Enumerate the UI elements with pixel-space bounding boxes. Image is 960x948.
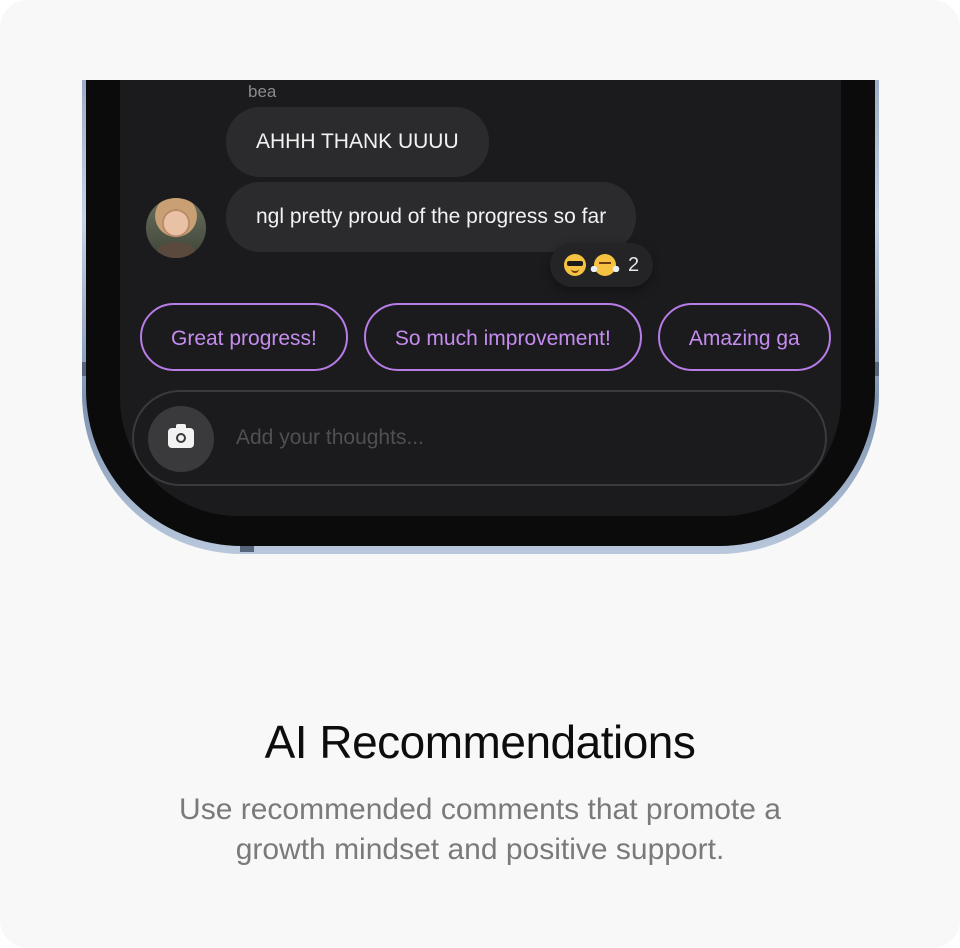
feature-title: AI Recommendations — [264, 716, 696, 768]
phone-bottom-detail — [240, 546, 254, 552]
sender-name: bea — [248, 82, 277, 101]
camera-button[interactable] — [148, 406, 214, 472]
suggestion-chip-great-progress[interactable]: Great progress! — [140, 303, 348, 371]
suggestion-chips: Great progress! So much improvement! Ama… — [140, 303, 831, 371]
feature-description: Use recommended comments that promote a … — [179, 793, 781, 866]
comment-input-placeholder[interactable]: Add your thoughts... — [236, 392, 424, 484]
suggestion-chip-so-much-improvement[interactable]: So much improvement! — [363, 303, 642, 371]
reaction-pill[interactable]: 2 — [550, 243, 654, 287]
avatar[interactable] — [146, 198, 206, 258]
feature-card: bea AHHH THANK UUUU ngl pretty proud of … — [0, 0, 960, 948]
message-bubble[interactable]: AHHH THANK UUUU — [226, 107, 489, 177]
face-with-steam-from-nose-icon — [590, 254, 620, 276]
phone-side-detail — [875, 362, 879, 376]
message-bubble[interactable]: ngl pretty proud of the progress so far — [226, 182, 637, 252]
suggestion-chip-amazing[interactable]: Amazing ga — [657, 303, 831, 371]
camera-icon — [168, 424, 194, 448]
phone-screen: bea AHHH THANK UUUU ngl pretty proud of … — [120, 40, 841, 516]
avatar-shirt — [156, 242, 196, 258]
reaction-count: 2 — [628, 253, 640, 276]
comment-input-bar[interactable]: Add your thoughts... — [132, 390, 827, 486]
smiling-face-with-sunglasses-icon — [564, 254, 586, 276]
top-crop-mask — [0, 0, 960, 80]
phone-side-detail — [82, 362, 86, 376]
